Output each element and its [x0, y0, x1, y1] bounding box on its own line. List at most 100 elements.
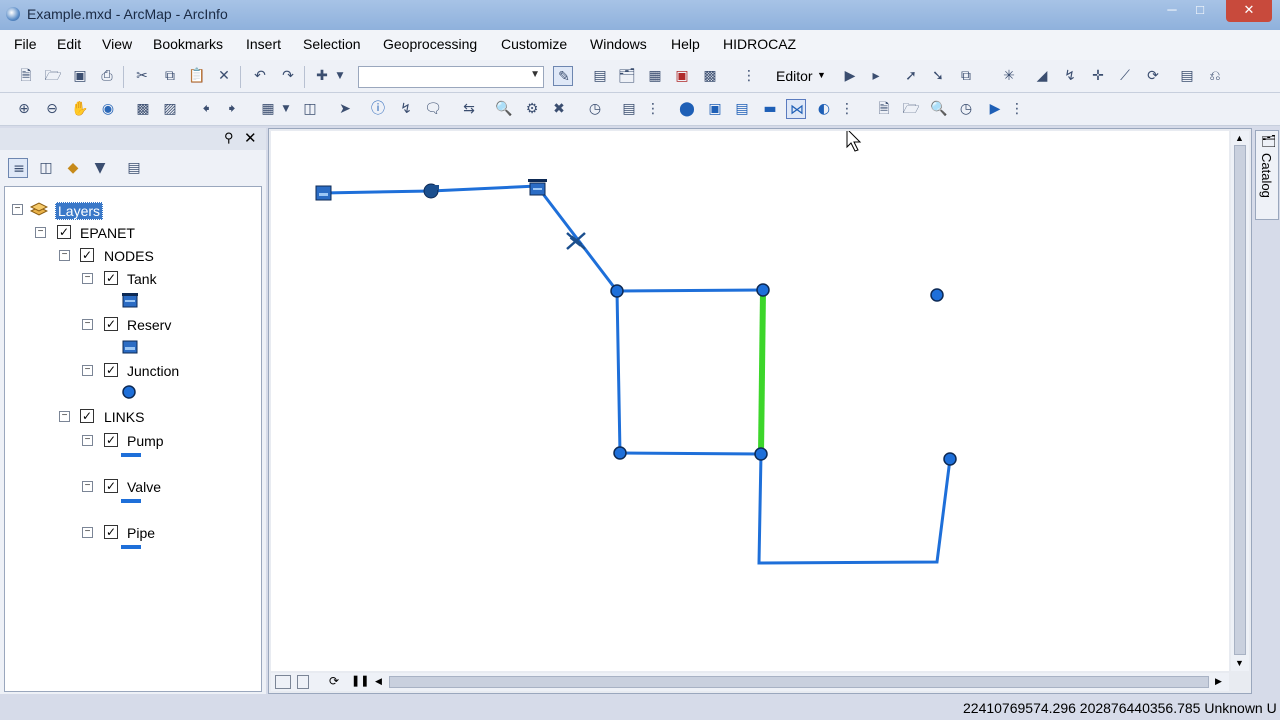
junction-node[interactable]	[610, 284, 624, 298]
layer-tree-item-links[interactable]: − ✓ LINKS	[5, 406, 255, 428]
copy-button[interactable]: ⧉	[160, 66, 180, 86]
find-button[interactable]: 🔍	[494, 99, 514, 119]
layer-tree-item-junction[interactable]: − ✓ Junction	[5, 360, 255, 382]
collapse-icon[interactable]: −	[82, 365, 93, 376]
collapse-icon[interactable]: −	[82, 273, 93, 284]
forward-extent-button[interactable]: 🠺	[222, 99, 242, 119]
full-extent-button[interactable]: ◉	[98, 99, 118, 119]
list-by-source-button[interactable]: ◫	[36, 158, 56, 178]
menu-windows[interactable]: Windows	[590, 36, 647, 52]
layer-visibility-checkbox[interactable]: ✓	[104, 479, 118, 493]
editor-toolbar-button[interactable]: ✎	[553, 66, 573, 86]
pin-icon[interactable]: ⚲	[224, 130, 234, 146]
redo-button[interactable]: ↷	[278, 66, 298, 86]
junction-node[interactable]	[754, 447, 768, 461]
collapse-icon[interactable]: −	[82, 481, 93, 492]
fixed-zoom-in-button[interactable]: ▩	[133, 99, 153, 119]
collapse-icon[interactable]: −	[59, 250, 70, 261]
layer-visibility-checkbox[interactable]: ✓	[104, 271, 118, 285]
layer-tree-item-nodes[interactable]: − ✓ NODES	[5, 245, 255, 267]
open-button[interactable]: 🗁	[43, 66, 63, 86]
toolbar-grip[interactable]: ⋮	[646, 99, 660, 119]
zoom-search-button[interactable]: 🔍	[929, 99, 949, 119]
zoom-in-button[interactable]: ⊕	[14, 99, 34, 119]
maximize-button[interactable]: □	[1186, 0, 1214, 22]
layer-tree-item-pipe[interactable]: − ✓ Pipe	[5, 522, 255, 544]
print-button[interactable]: ⎙	[97, 66, 117, 86]
scroll-right-icon[interactable]: ▶	[1215, 676, 1222, 687]
point-tool-button[interactable]: ✳	[999, 66, 1019, 86]
junction-node[interactable]	[943, 452, 957, 466]
search-window-button[interactable]: ▦	[645, 66, 665, 86]
pump-symbol[interactable]	[423, 183, 439, 199]
layer-tree-item-pump[interactable]: − ✓ Pump	[5, 430, 255, 452]
layer-tree-item-epanet[interactable]: − ✓ EPANET	[5, 222, 255, 244]
delete-button[interactable]: ✕	[214, 66, 234, 86]
new-document-button[interactable]: 🗎	[16, 66, 36, 86]
add-data-dropdown[interactable]: ▼	[334, 66, 346, 86]
hidrocaz-valve-button[interactable]: ⋈	[786, 99, 806, 119]
map-scale-combo[interactable]: ▼	[358, 66, 544, 88]
html-popup-button[interactable]: 🗨	[423, 99, 443, 119]
create-viewer-button[interactable]: ▤	[619, 99, 639, 119]
run-button[interactable]: ▶	[985, 99, 1005, 119]
layer-visibility-checkbox[interactable]: ✓	[57, 225, 71, 239]
layer-tree-item-layers[interactable]: − Layers	[5, 199, 255, 221]
measure-button[interactable]: ⇆	[459, 99, 479, 119]
edit-vertices-button[interactable]: ◢	[1032, 66, 1052, 86]
layout-view-button[interactable]	[275, 675, 291, 689]
layer-visibility-checkbox[interactable]: ✓	[104, 317, 118, 331]
list-by-drawing-order-button[interactable]: ≡	[8, 158, 28, 178]
hidrocaz-pipe-button[interactable]: ▬	[760, 99, 780, 119]
python-window-button[interactable]: ▩	[700, 66, 720, 86]
list-by-visibility-button[interactable]: ◆	[63, 158, 83, 178]
tank-symbol[interactable]	[528, 179, 547, 196]
toolbar-grip[interactable]: ⋮	[840, 99, 854, 119]
map-canvas[interactable]	[271, 127, 1229, 671]
collapse-icon[interactable]: −	[82, 319, 93, 330]
reshape-feature-button[interactable]: ↯	[1060, 66, 1080, 86]
layer-visibility-checkbox[interactable]: ✓	[104, 363, 118, 377]
collapse-icon[interactable]: −	[59, 411, 70, 422]
pipe-segment[interactable]	[618, 451, 763, 456]
junction-node[interactable]	[756, 283, 770, 297]
identify-button[interactable]: ⓘ	[368, 99, 388, 119]
select-features-dropdown[interactable]: ▼	[280, 99, 292, 119]
table-of-contents-button[interactable]: ▤	[590, 66, 610, 86]
cut-button[interactable]: ✂	[132, 66, 152, 86]
menu-insert[interactable]: Insert	[246, 36, 281, 52]
vertical-scrollbar[interactable]: ▲ ▼	[1231, 131, 1249, 671]
close-button[interactable]: ✕	[1226, 0, 1272, 22]
rotate-tool-button[interactable]: ⟳	[1143, 66, 1163, 86]
hidrocaz-pump-button[interactable]: ◐	[814, 99, 834, 119]
paste-button[interactable]: 📋	[187, 66, 207, 86]
toolbar-grip[interactable]: ⋮	[742, 66, 756, 86]
timer-button[interactable]: ◷	[956, 99, 976, 119]
menu-edit[interactable]: Edit	[57, 36, 81, 52]
hyperlink-button[interactable]: ↯	[396, 99, 416, 119]
select-elements-button[interactable]: ➤	[335, 99, 355, 119]
menu-help[interactable]: Help	[671, 36, 700, 52]
layer-visibility-checkbox[interactable]: ✓	[80, 409, 94, 423]
vertical-scroll-thumb[interactable]	[1234, 145, 1246, 655]
collapse-icon[interactable]: −	[35, 227, 46, 238]
cut-polygons-button[interactable]: ✛	[1088, 66, 1108, 86]
catalog-window-button[interactable]: 🗂	[617, 66, 637, 86]
clear-selection-button[interactable]: ◫	[300, 99, 320, 119]
pipe-segment[interactable]	[615, 288, 765, 293]
scroll-up-icon[interactable]: ▲	[1235, 133, 1244, 143]
open-project-button[interactable]: 🗁	[901, 99, 921, 119]
editor-menu-label[interactable]: Editor	[776, 68, 813, 84]
data-view-button[interactable]	[297, 675, 309, 689]
edit-tool-button[interactable]: ▶	[840, 66, 860, 86]
edit-annotation-button[interactable]: ▸	[866, 66, 886, 86]
scroll-down-icon[interactable]: ▼	[1235, 658, 1244, 668]
close-icon[interactable]: ✕	[244, 129, 257, 147]
layer-visibility-checkbox[interactable]: ✓	[104, 433, 118, 447]
pan-button[interactable]: ✋	[70, 99, 90, 119]
hidrocaz-tank-button[interactable]: ▤	[732, 99, 752, 119]
find-route-button[interactable]: ⚙	[522, 99, 542, 119]
layer-tree-item-reserv[interactable]: − ✓ Reserv	[5, 314, 255, 336]
straight-segment-button[interactable]: ➚	[901, 66, 921, 86]
scroll-left-icon[interactable]: ◀	[375, 676, 382, 687]
